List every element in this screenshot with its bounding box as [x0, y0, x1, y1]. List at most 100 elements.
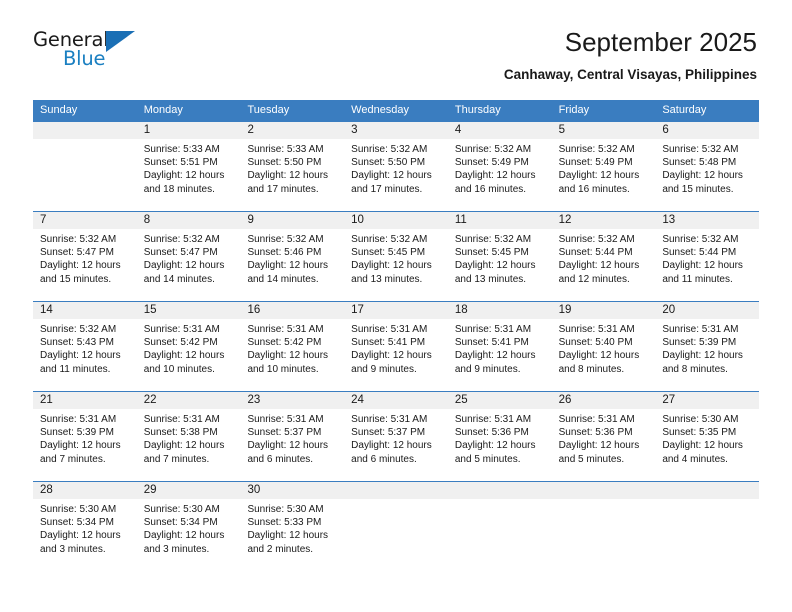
- sunset-text: Sunset: 5:47 PM: [143, 247, 218, 259]
- daylight-text-line1: Daylight: 12 hours: [143, 440, 225, 452]
- daylight-text-line2: and 5 minutes.: [558, 453, 625, 465]
- day-number: 6: [655, 121, 760, 139]
- daylight-text-line1: Daylight: 12 hours: [558, 440, 640, 452]
- sunset-text: Sunset: 5:43 PM: [40, 337, 114, 349]
- day-cell[interactable]: 13 Sunrise: 5:32 AM Sunset: 5:44 PM Dayl…: [655, 211, 760, 301]
- daylight-text-line1: Daylight: 12 hours: [662, 170, 743, 182]
- daylight-text-line1: Daylight: 12 hours: [247, 260, 329, 272]
- day-details: Sunrise: 5:30 AM Sunset: 5:34 PM Dayligh…: [33, 499, 137, 556]
- day-details: Sunrise: 5:32 AM Sunset: 5:43 PM Dayligh…: [33, 319, 137, 376]
- sunset-text: Sunset: 5:42 PM: [143, 337, 218, 349]
- sunrise-text: Sunrise: 5:30 AM: [247, 503, 324, 515]
- day-details: Sunrise: 5:31 AM Sunset: 5:41 PM Dayligh…: [448, 319, 552, 376]
- day-cell[interactable]: 9 Sunrise: 5:32 AM Sunset: 5:46 PM Dayli…: [240, 211, 345, 301]
- day-cell[interactable]: 24 Sunrise: 5:31 AM Sunset: 5:37 PM Dayl…: [344, 391, 448, 481]
- day-cell[interactable]: 11 Sunrise: 5:32 AM Sunset: 5:45 PM Dayl…: [447, 211, 552, 301]
- sunset-text: Sunset: 5:48 PM: [662, 157, 737, 169]
- day-number: 12: [551, 211, 656, 229]
- daylight-text-line2: and 13 minutes.: [454, 273, 527, 285]
- day-cell[interactable]: 15 Sunrise: 5:31 AM Sunset: 5:42 PM Dayl…: [136, 301, 241, 391]
- daylight-text-line2: and 15 minutes.: [40, 273, 112, 285]
- weekday-monday: Monday: [143, 103, 183, 116]
- sunrise-text: Sunrise: 5:32 AM: [558, 233, 635, 245]
- day-cell[interactable]: 25 Sunrise: 5:31 AM Sunset: 5:36 PM Dayl…: [447, 391, 552, 481]
- sunrise-text: Sunrise: 5:32 AM: [143, 233, 220, 245]
- day-cell[interactable]: 12 Sunrise: 5:32 AM Sunset: 5:44 PM Dayl…: [551, 211, 656, 301]
- daylight-text-line1: Daylight: 12 hours: [143, 350, 225, 362]
- day-cell[interactable]: 18 Sunrise: 5:31 AM Sunset: 5:41 PM Dayl…: [447, 301, 552, 391]
- day-number: 17: [344, 301, 448, 319]
- sunset-text: Sunset: 5:36 PM: [454, 427, 529, 439]
- day-cell[interactable]: 27 Sunrise: 5:30 AM Sunset: 5:35 PM Dayl…: [655, 391, 760, 481]
- general-blue-logo[interactable]: General Blue: [33, 28, 145, 74]
- daylight-text-line1: Daylight: 12 hours: [454, 440, 536, 452]
- sunset-text: Sunset: 5:49 PM: [454, 157, 529, 169]
- sunrise-text: Sunrise: 5:31 AM: [40, 413, 117, 425]
- weekday-friday: Friday: [558, 103, 590, 116]
- day-cell[interactable]: 19 Sunrise: 5:31 AM Sunset: 5:40 PM Dayl…: [551, 301, 656, 391]
- daylight-text-line2: and 5 minutes.: [454, 453, 521, 465]
- day-number: [655, 481, 760, 499]
- day-cell[interactable]: 4 Sunrise: 5:32 AM Sunset: 5:49 PM Dayli…: [447, 121, 552, 211]
- sunrise-text: Sunrise: 5:32 AM: [662, 143, 739, 155]
- sunset-text: Sunset: 5:45 PM: [454, 247, 529, 259]
- calendar-week-row: 21 Sunrise: 5:31 AM Sunset: 5:39 PM Dayl…: [33, 390, 760, 481]
- day-cell[interactable]: 3 Sunrise: 5:32 AM Sunset: 5:50 PM Dayli…: [344, 121, 448, 211]
- daylight-text-line1: Daylight: 12 hours: [662, 260, 743, 272]
- day-number: 29: [136, 481, 241, 499]
- sunset-text: Sunset: 5:42 PM: [247, 337, 322, 349]
- day-cell[interactable]: 22 Sunrise: 5:31 AM Sunset: 5:38 PM Dayl…: [136, 391, 241, 481]
- day-cell[interactable]: 6 Sunrise: 5:32 AM Sunset: 5:48 PM Dayli…: [655, 121, 760, 211]
- day-cell[interactable]: 20 Sunrise: 5:31 AM Sunset: 5:39 PM Dayl…: [655, 301, 760, 391]
- day-cell[interactable]: 30 Sunrise: 5:30 AM Sunset: 5:33 PM Dayl…: [240, 481, 345, 571]
- day-number: 22: [136, 391, 241, 409]
- day-cell[interactable]: 1 Sunrise: 5:33 AM Sunset: 5:51 PM Dayli…: [136, 121, 241, 211]
- day-cell[interactable]: 17 Sunrise: 5:31 AM Sunset: 5:41 PM Dayl…: [344, 301, 448, 391]
- sunrise-text: Sunrise: 5:31 AM: [454, 413, 532, 425]
- daylight-text-line2: and 16 minutes.: [454, 183, 527, 195]
- day-number: [344, 481, 448, 499]
- sunrise-text: Sunrise: 5:32 AM: [662, 233, 739, 245]
- daylight-text-line2: and 2 minutes.: [247, 543, 314, 555]
- sunrise-text: Sunrise: 5:32 AM: [40, 233, 117, 245]
- sunset-text: Sunset: 5:38 PM: [143, 427, 218, 439]
- sunrise-text: Sunrise: 5:30 AM: [40, 503, 117, 515]
- day-cell[interactable]: 14 Sunrise: 5:32 AM Sunset: 5:43 PM Dayl…: [33, 301, 137, 391]
- daylight-text-line1: Daylight: 12 hours: [558, 260, 640, 272]
- sunrise-text: Sunrise: 5:31 AM: [351, 323, 428, 335]
- day-details: Sunrise: 5:33 AM Sunset: 5:51 PM Dayligh…: [137, 139, 241, 196]
- day-number: 27: [655, 391, 760, 409]
- sunset-text: Sunset: 5:34 PM: [143, 517, 218, 529]
- day-cell[interactable]: 21 Sunrise: 5:31 AM Sunset: 5:39 PM Dayl…: [33, 391, 137, 481]
- sunset-text: Sunset: 5:44 PM: [558, 247, 633, 259]
- day-cell[interactable]: 28 Sunrise: 5:30 AM Sunset: 5:34 PM Dayl…: [33, 481, 137, 571]
- day-details: Sunrise: 5:31 AM Sunset: 5:41 PM Dayligh…: [344, 319, 448, 376]
- sunrise-text: Sunrise: 5:31 AM: [351, 413, 428, 425]
- day-cell[interactable]: 7 Sunrise: 5:32 AM Sunset: 5:47 PM Dayli…: [33, 211, 137, 301]
- day-number: 30: [240, 481, 345, 499]
- sunset-text: Sunset: 5:33 PM: [247, 517, 322, 529]
- daylight-text-line1: Daylight: 12 hours: [247, 440, 329, 452]
- day-cell[interactable]: 29 Sunrise: 5:30 AM Sunset: 5:34 PM Dayl…: [136, 481, 241, 571]
- calendar-week-row: 7 Sunrise: 5:32 AM Sunset: 5:47 PM Dayli…: [33, 210, 760, 301]
- day-number: 3: [344, 121, 448, 139]
- day-number: 28: [33, 481, 137, 499]
- day-cell[interactable]: 2 Sunrise: 5:33 AM Sunset: 5:50 PM Dayli…: [240, 121, 345, 211]
- day-cell[interactable]: 23 Sunrise: 5:31 AM Sunset: 5:37 PM Dayl…: [240, 391, 345, 481]
- day-details: Sunrise: 5:32 AM Sunset: 5:44 PM Dayligh…: [552, 229, 656, 286]
- day-details: Sunrise: 5:31 AM Sunset: 5:42 PM Dayligh…: [240, 319, 344, 376]
- weekday-header-row: Sunday Monday Tuesday Wednesday Thursday…: [33, 99, 759, 121]
- day-cell[interactable]: 8 Sunrise: 5:32 AM Sunset: 5:47 PM Dayli…: [136, 211, 241, 301]
- day-cell[interactable]: 16 Sunrise: 5:31 AM Sunset: 5:42 PM Dayl…: [240, 301, 345, 391]
- daylight-text-line2: and 11 minutes.: [662, 273, 733, 285]
- day-cell[interactable]: 10 Sunrise: 5:32 AM Sunset: 5:45 PM Dayl…: [344, 211, 448, 301]
- day-cell[interactable]: 26 Sunrise: 5:31 AM Sunset: 5:36 PM Dayl…: [551, 391, 656, 481]
- sunset-text: Sunset: 5:36 PM: [558, 427, 633, 439]
- sunset-text: Sunset: 5:51 PM: [143, 157, 218, 169]
- day-number: 8: [136, 211, 241, 229]
- daylight-text-line2: and 3 minutes.: [143, 543, 210, 555]
- day-cell: [344, 481, 448, 571]
- sunset-text: Sunset: 5:35 PM: [662, 427, 737, 439]
- daylight-text-line2: and 17 minutes.: [247, 183, 319, 195]
- day-cell[interactable]: 5 Sunrise: 5:32 AM Sunset: 5:49 PM Dayli…: [551, 121, 656, 211]
